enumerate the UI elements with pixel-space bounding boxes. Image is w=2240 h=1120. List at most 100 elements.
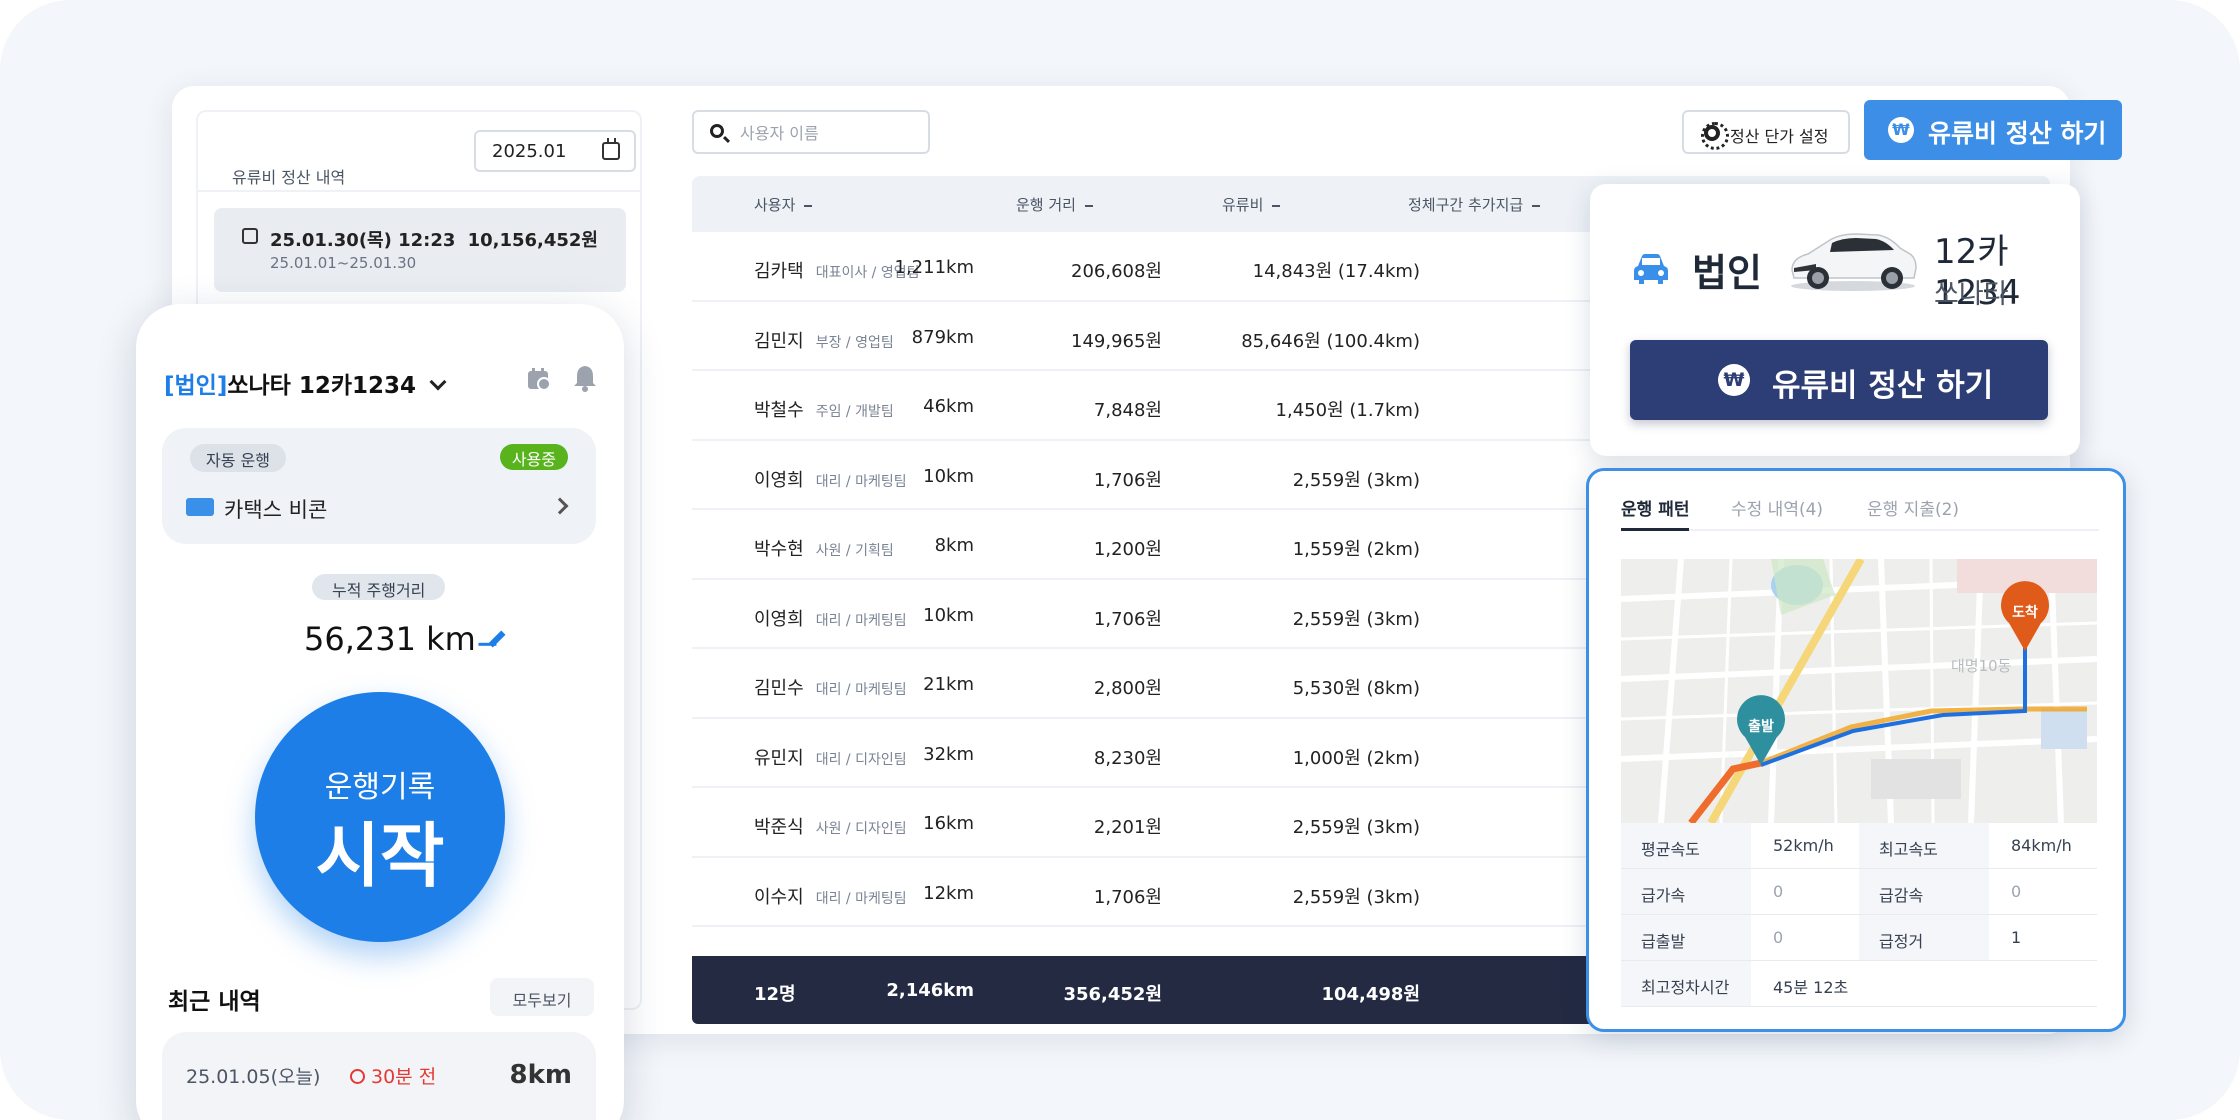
cell-fuel: 1,706원 (1093, 608, 1162, 630)
beacon-card[interactable]: 자동 운행 사용중 카택스 비콘 (162, 428, 596, 544)
user-name: 김민지 (754, 330, 804, 352)
calendar-icon (602, 138, 620, 160)
vehicle-model: 쏘나타 (1934, 279, 2009, 310)
cell-distance: 8km (934, 535, 974, 556)
chevron-right-icon (551, 497, 569, 515)
cell-distance: 32km (923, 743, 974, 765)
settlement-rate-settings-button[interactable]: 정산 단가 설정 (1682, 110, 1850, 154)
odometer: 56,231 km (304, 620, 506, 658)
cell-extra: 1,450원 (1.7km) (1275, 400, 1420, 421)
vehicle-name: 쏘나타 12카1234 (227, 373, 417, 399)
user-name: 유민지 (754, 747, 804, 769)
settlement-history-item[interactable]: 25.01.30(목) 12:23 25.01.01~25.01.30 10,1… (214, 208, 626, 292)
start-trip-line2: 시작 (315, 815, 445, 897)
search-input[interactable] (740, 120, 920, 146)
footer-distance: 2,146km (886, 980, 974, 1001)
header-distance[interactable]: 운행 거리 (1016, 194, 1093, 215)
max-speed-label: 최고속도 (1859, 823, 1989, 868)
stats-row: 급출발 0 급정거 1 (1621, 915, 2097, 961)
cell-distance: 1,211km (894, 257, 975, 278)
cell-extra: 1,000원 (2km) (1292, 747, 1420, 769)
max-speed-value: 84km/h (2011, 836, 2072, 855)
cumulative-distance-label: 누적 주행거리 (312, 574, 446, 600)
tab-trip-expenses[interactable]: 운행 지출(2) (1867, 495, 1959, 520)
header-extra[interactable]: 정체구간 추가지급 (1408, 194, 1540, 215)
chevron-down-icon (429, 373, 447, 391)
end-marker-label: 도착 (2012, 604, 2038, 621)
recent-trip-ago: 30분 전 (371, 1066, 437, 1088)
header-user[interactable]: 사용자 (754, 194, 812, 215)
footer-extra: 104,498원 (1321, 984, 1420, 1005)
user-role: 사원 / 기획팀 (815, 543, 894, 559)
cell-user: 이영희 대리 / 마케팅팀 (754, 466, 907, 492)
search-icon (710, 124, 724, 138)
user-name: 김카택 (754, 261, 804, 282)
vehicle-selector[interactable]: [법인]쏘나타 12카1234 (164, 366, 447, 400)
cell-user: 김민수 대리 / 마케팅팀 (754, 674, 907, 700)
cell-extra: 85,646원 (100.4km) (1241, 330, 1420, 352)
background-canvas: 유류비 정산 내역 2025.01 25.01.30(목) 12:23 25.0… (0, 0, 2240, 1120)
start-trip-button[interactable]: 운행기록 시작 (255, 692, 505, 942)
cell-fuel: 206,608원 (1071, 261, 1162, 282)
cell-fuel: 2,800원 (1093, 678, 1162, 699)
cell-extra: 2,559원 (3km) (1292, 608, 1420, 630)
recent-trip-date: 25.01.05(오늘) (186, 1066, 321, 1088)
cell-extra: 5,530원 (8km) (1292, 678, 1420, 699)
user-search (692, 110, 930, 154)
won-icon: ₩ (1888, 117, 1914, 143)
tab-edit-history[interactable]: 수정 내역(4) (1731, 495, 1823, 520)
hard-accel-label: 급가속 (1621, 869, 1751, 914)
cell-fuel: 1,200원 (1093, 539, 1162, 560)
settings-label: 정산 단가 설정 (1730, 127, 1829, 146)
user-role: 대리 / 디자인팀 (815, 751, 907, 768)
vehicle-type-tag: [법인] (164, 373, 228, 399)
tab-driving-pattern[interactable]: 운행 패턴 (1621, 495, 1690, 531)
trip-tabs: 운행 패턴 수정 내역(4) 운행 지출(2) (1621, 495, 2099, 531)
user-name: 박준식 (754, 817, 804, 838)
header-fuel[interactable]: 유류비 (1222, 194, 1280, 215)
month-picker[interactable]: 2025.01 (474, 130, 636, 172)
vehicle-settlement-label: 유류비 정산 하기 (1772, 368, 1994, 404)
user-name: 이영희 (754, 469, 804, 491)
bell-icon[interactable] (572, 364, 598, 392)
cell-user: 김민지 부장 / 영업팀 (754, 327, 894, 353)
cell-distance: 46km (923, 396, 974, 417)
cell-distance: 10km (923, 465, 974, 487)
cell-fuel: 8,230원 (1093, 747, 1162, 769)
vehicle-card: 법인 12카1234 쏘나타 ₩ 유류비 정산 하기 (1590, 184, 2080, 456)
month-picker-value: 2025.01 (492, 141, 567, 162)
route-map[interactable]: 출발 도착 대명10동 (1621, 559, 2097, 823)
odometer-value: 56,231 km (304, 620, 476, 658)
hard-decel-label: 급감속 (1859, 869, 1989, 914)
recent-trip-time: 30분 전 (350, 1062, 436, 1089)
cell-user: 유민지 대리 / 디자인팀 (754, 744, 907, 770)
user-name: 박수현 (754, 539, 804, 560)
in-use-badge: 사용중 (499, 444, 568, 470)
won-icon: ₩ (1718, 364, 1750, 396)
recent-trip-item[interactable]: 25.01.05(오늘) 30분 전 8km (162, 1032, 596, 1120)
calendar-check-icon[interactable] (526, 366, 552, 392)
hard-stop-value: 1 (2011, 928, 2022, 947)
footer-count: 12명 (754, 984, 796, 1005)
cell-distance: 16km (923, 813, 974, 834)
settlement-datetime: 25.01.30(목) 12:23 (270, 230, 456, 251)
hard-stop-label: 급정거 (1859, 915, 1989, 960)
max-stop-label: 최고정차시간 (1621, 961, 1751, 1006)
beacon-icon (186, 498, 214, 516)
user-name: 이수지 (754, 886, 804, 908)
vehicle-type: 법인 (1692, 251, 1762, 295)
cell-user: 이영희 대리 / 마케팅팀 (754, 605, 907, 631)
vehicle-fuel-settlement-button[interactable]: ₩ 유류비 정산 하기 (1630, 340, 2048, 420)
car-icon (1634, 254, 1668, 284)
hard-decel-value: 0 (2011, 882, 2022, 901)
user-role: 대리 / 마케팅팀 (815, 890, 907, 907)
car-image (1791, 233, 1917, 291)
clock-icon (350, 1069, 365, 1084)
max-stop-value: 45분 12초 (1773, 978, 1849, 997)
fuel-settlement-button[interactable]: ₩ 유류비 정산 하기 (1864, 100, 2122, 160)
see-all-button[interactable]: 모두보기 (490, 978, 594, 1016)
recent-trip-distance: 8km (509, 1060, 572, 1090)
cell-distance: 10km (923, 604, 974, 626)
pencil-icon[interactable] (488, 630, 506, 648)
divider (198, 190, 640, 192)
